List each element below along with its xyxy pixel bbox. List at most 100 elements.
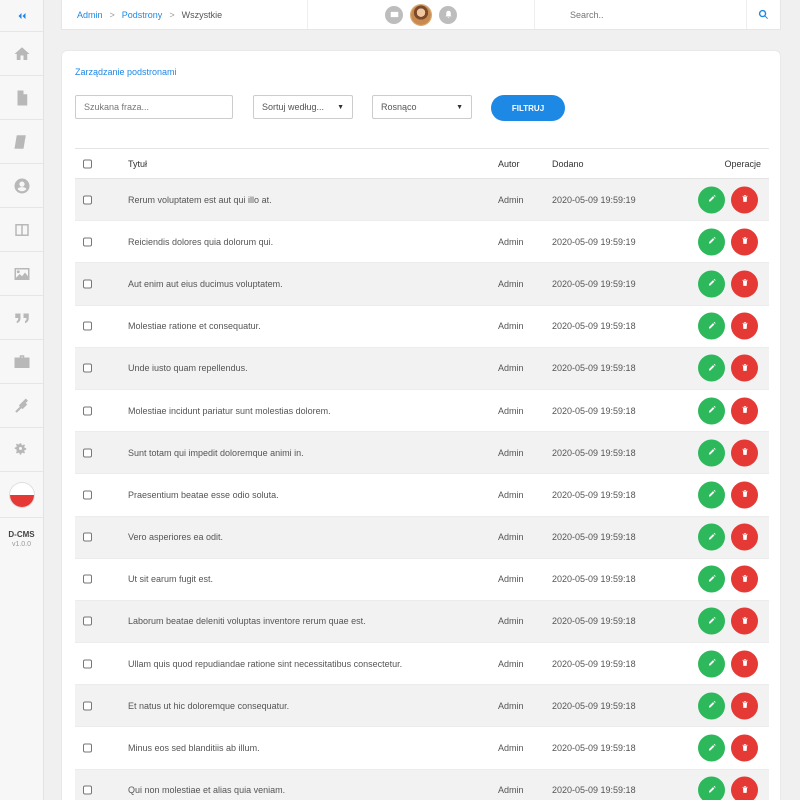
breadcrumb-pages[interactable]: Podstrony (122, 10, 163, 20)
row-title[interactable]: Praesentium beatae esse odio soluta. (128, 490, 279, 500)
messages-button[interactable] (385, 5, 403, 24)
edit-button[interactable] (698, 523, 725, 551)
edit-button[interactable] (698, 734, 725, 762)
sidebar-item-media[interactable] (0, 252, 43, 296)
header-date[interactable]: Dodano (552, 159, 584, 169)
row-checkbox[interactable] (83, 279, 92, 289)
delete-button[interactable] (731, 523, 758, 551)
filter-bar: Szukana fraza... Sortuj według... ▼ Rosn… (75, 95, 770, 121)
row-title[interactable]: Vero asperiores ea odit. (128, 532, 223, 542)
delete-button[interactable] (731, 565, 758, 593)
topbar: Admin > Podstrony > Wszystkie (61, 0, 781, 30)
row-checkbox[interactable] (83, 785, 92, 795)
search-button[interactable] (746, 0, 780, 29)
sidebar-item-plugins[interactable] (0, 384, 43, 428)
row-title[interactable]: Minus eos sed blanditiis ab illum. (128, 743, 260, 753)
row-title[interactable]: Laborum beatae deleniti voluptas invento… (128, 616, 366, 626)
row-checkbox[interactable] (83, 532, 92, 542)
row-operations (698, 228, 758, 256)
sidebar-item-pages[interactable] (0, 76, 43, 120)
delete-button[interactable] (731, 607, 758, 635)
delete-button[interactable] (731, 776, 758, 800)
sidebar: D-CMS v1.0.0 (0, 0, 44, 800)
edit-icon (708, 490, 716, 500)
row-checkbox[interactable] (83, 743, 92, 753)
row-title[interactable]: Et natus ut hic doloremque consequatur. (128, 701, 289, 711)
row-checkbox[interactable] (83, 321, 92, 331)
delete-button[interactable] (731, 692, 758, 720)
edit-button[interactable] (698, 692, 725, 720)
edit-button[interactable] (698, 397, 725, 425)
row-title[interactable]: Aut enim aut eius ducimus voluptatem. (128, 279, 283, 289)
row-checkbox[interactable] (83, 659, 92, 669)
edit-button[interactable] (698, 565, 725, 593)
breadcrumb-admin[interactable]: Admin (77, 10, 103, 20)
row-title[interactable]: Qui non molestiae et alias quia veniam. (128, 785, 285, 795)
sidebar-item-quotes[interactable] (0, 296, 43, 340)
row-checkbox[interactable] (83, 701, 92, 711)
edit-button[interactable] (698, 270, 725, 298)
delete-button[interactable] (731, 650, 758, 678)
row-checkbox[interactable] (83, 574, 92, 584)
select-all-checkbox[interactable] (83, 159, 92, 168)
row-checkbox[interactable] (83, 448, 92, 458)
row-title[interactable]: Molestiae incidunt pariatur sunt molesti… (128, 406, 331, 416)
delete-button[interactable] (731, 354, 758, 382)
edit-button[interactable] (698, 312, 725, 340)
language-switch[interactable] (0, 472, 43, 518)
edit-button[interactable] (698, 776, 725, 800)
filter-button[interactable]: FILTRUJ (491, 95, 565, 121)
row-title[interactable]: Molestiae ratione et consequatur. (128, 321, 261, 331)
edit-button[interactable] (698, 481, 725, 509)
row-title[interactable]: Reiciendis dolores quia dolorum qui. (128, 237, 273, 247)
edit-button[interactable] (698, 186, 725, 214)
row-checkbox[interactable] (83, 616, 92, 626)
edit-button[interactable] (698, 650, 725, 678)
sidebar-item-users[interactable] (0, 164, 43, 208)
row-checkbox[interactable] (83, 406, 92, 416)
order-select[interactable]: Rosnąco ▼ (372, 95, 472, 119)
edit-button[interactable] (698, 607, 725, 635)
sidebar-item-portfolio[interactable] (0, 340, 43, 384)
header-title[interactable]: Tytuł (128, 159, 147, 169)
notifications-button[interactable] (439, 5, 457, 24)
avatar[interactable] (411, 4, 431, 25)
row-title[interactable]: Ut sit earum fugit est. (128, 574, 213, 584)
delete-button[interactable] (731, 734, 758, 762)
row-checkbox[interactable] (83, 237, 92, 247)
row-title[interactable]: Unde iusto quam repellendus. (128, 363, 248, 373)
edit-button[interactable] (698, 439, 725, 467)
delete-button[interactable] (731, 439, 758, 467)
edit-button[interactable] (698, 354, 725, 382)
delete-button[interactable] (731, 186, 758, 214)
edit-button[interactable] (698, 228, 725, 256)
row-title[interactable]: Sunt totam qui impedit doloremque animi … (128, 448, 304, 458)
edit-icon (708, 194, 716, 205)
delete-button[interactable] (731, 397, 758, 425)
row-author: Admin (498, 405, 524, 416)
main-panel: Zarządzanie podstronami Szukana fraza...… (61, 50, 781, 800)
search-input[interactable] (535, 0, 746, 29)
sidebar-item-settings[interactable] (0, 428, 43, 472)
row-title[interactable]: Ullam quis quod repudiandae ratione sint… (128, 659, 402, 669)
sidebar-item-posts[interactable] (0, 120, 43, 164)
row-checkbox[interactable] (83, 363, 92, 373)
delete-button[interactable] (731, 228, 758, 256)
table-row: Vero asperiores ea odit. Admin 2020-05-09 … (75, 516, 769, 559)
row-checkbox[interactable] (83, 195, 92, 205)
sidebar-item-home[interactable] (0, 32, 43, 76)
delete-button[interactable] (731, 270, 758, 298)
table-row: Ut sit earum fugit est. Admin 2020-05-09 1… (75, 559, 769, 601)
row-operations (698, 312, 758, 340)
delete-button[interactable] (731, 312, 758, 340)
sort-select[interactable]: Sortuj według... ▼ (253, 95, 353, 119)
row-title[interactable]: Rerum voluptatem est aut qui illo at. (128, 195, 272, 205)
delete-button[interactable] (731, 481, 758, 509)
header-author[interactable]: Autor (498, 159, 520, 169)
phrase-search-input[interactable]: Szukana fraza... (75, 95, 233, 119)
sidebar-item-layout[interactable] (0, 208, 43, 252)
edit-icon (708, 532, 716, 542)
order-select-value: Rosnąco (381, 102, 417, 112)
row-checkbox[interactable] (83, 490, 92, 500)
collapse-sidebar-button[interactable] (0, 0, 43, 32)
